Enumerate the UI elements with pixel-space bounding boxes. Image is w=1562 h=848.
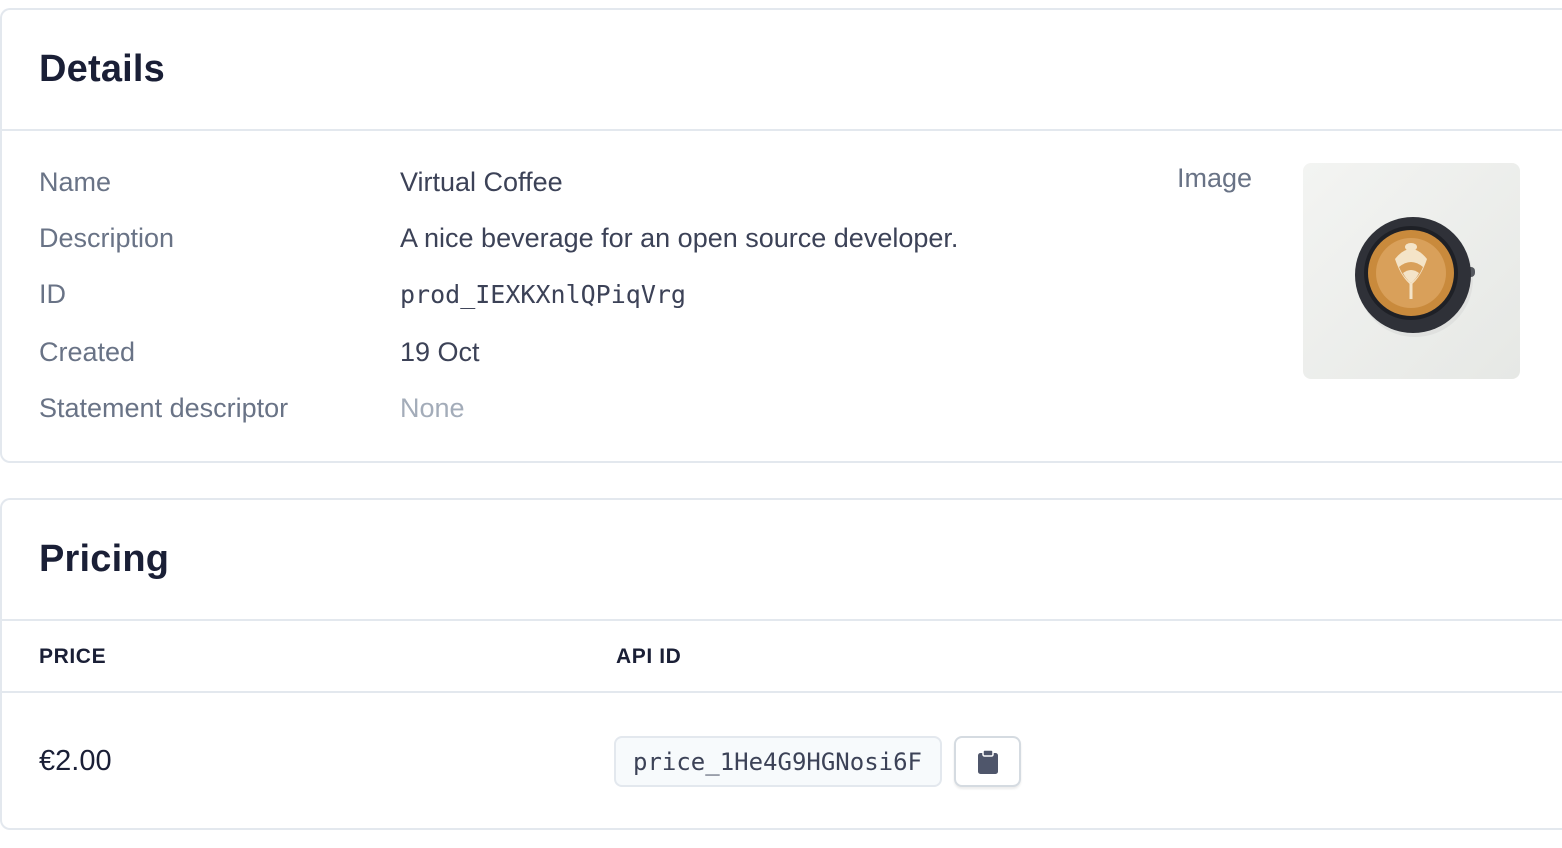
detail-row-statement-descriptor: Statement descriptor None xyxy=(39,388,465,428)
pricing-title: Pricing xyxy=(39,538,170,580)
created-value: 19 Oct xyxy=(400,336,480,367)
detail-row-id: ID prod_IEXKXnlQPiqVrg xyxy=(39,274,686,314)
api-id-field[interactable]: price_1He4G9HGNosi6F xyxy=(614,736,942,787)
copy-api-id-button[interactable] xyxy=(954,736,1021,787)
pricing-table-header: PRICE API ID xyxy=(2,621,1562,693)
id-label: ID xyxy=(39,278,66,309)
statement-descriptor-value: None xyxy=(400,392,465,423)
name-label: Name xyxy=(39,166,112,197)
column-header-api-id: API ID xyxy=(616,645,682,668)
detail-row-description: Description A nice beverage for an open … xyxy=(39,218,958,258)
details-title: Details xyxy=(39,48,166,90)
image-label: Image xyxy=(1177,163,1253,193)
id-value: prod_IEXKXnlQPiqVrg xyxy=(400,279,686,309)
column-header-price: PRICE xyxy=(39,645,107,668)
description-label: Description xyxy=(39,222,175,253)
pricing-header: Pricing xyxy=(2,500,1562,621)
details-card: Details Name Virtual Coffee Description … xyxy=(0,8,1562,463)
table-row: €2.00 price_1He4G9HGNosi6F xyxy=(2,693,1562,830)
coffee-cup-icon xyxy=(1355,217,1475,337)
clipboard-icon xyxy=(977,748,998,774)
detail-row-name: Name Virtual Coffee xyxy=(39,162,563,202)
product-image[interactable] xyxy=(1303,163,1520,379)
created-label: Created xyxy=(39,336,136,367)
api-id-value: price_1He4G9HGNosi6F xyxy=(633,747,922,776)
price-value: €2.00 xyxy=(39,745,112,777)
description-value: A nice beverage for an open source devel… xyxy=(400,222,959,253)
details-header: Details xyxy=(2,10,1562,131)
statement-descriptor-label: Statement descriptor xyxy=(39,392,289,423)
details-list: Name Virtual Coffee Description A nice b… xyxy=(2,131,1562,461)
pricing-card: Pricing PRICE API ID €2.00 price_1He4G9H… xyxy=(0,498,1562,830)
name-value: Virtual Coffee xyxy=(400,166,563,197)
detail-row-created: Created 19 Oct xyxy=(39,332,480,372)
